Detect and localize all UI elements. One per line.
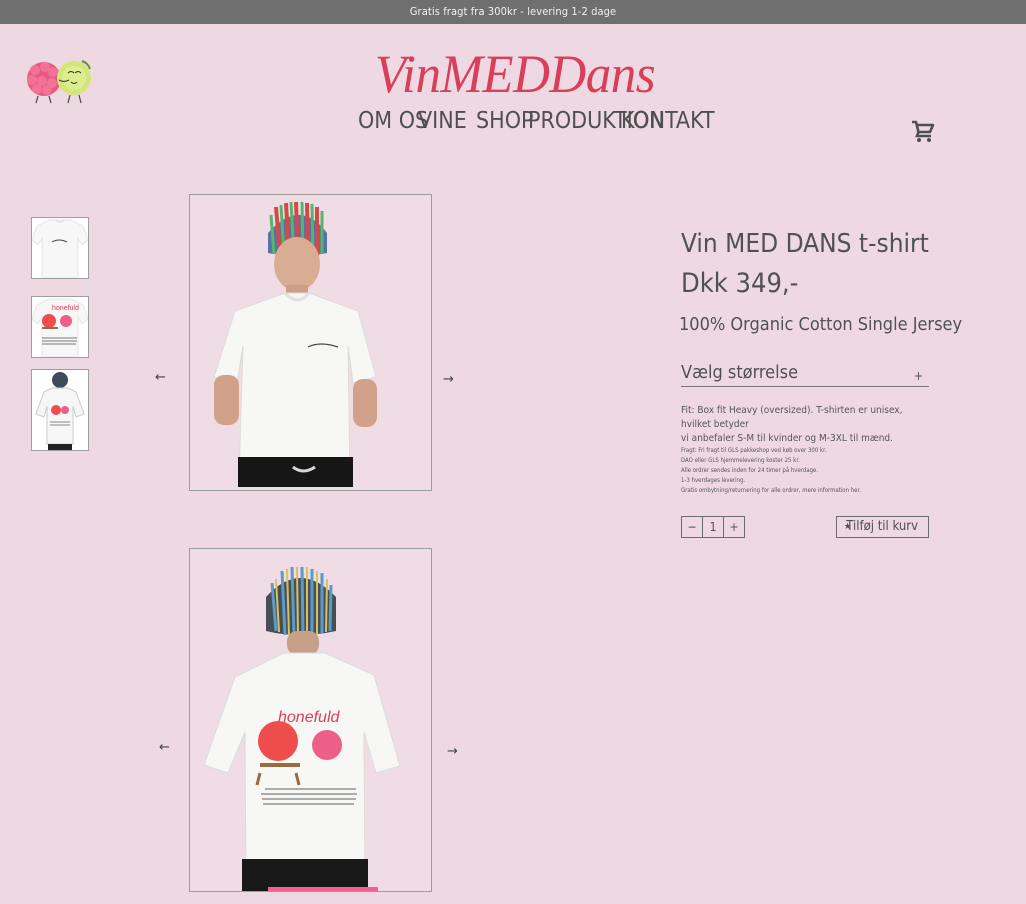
size-select-label: Vælg størrelse <box>681 362 799 383</box>
brand-logo[interactable]: VinMEDDans <box>370 42 660 107</box>
nav-vine[interactable]: vine <box>418 106 467 136</box>
announcement-bar: Gratis fragt fra 300kr - levering 1-2 da… <box>0 0 1026 24</box>
plus-icon[interactable]: + <box>914 370 923 382</box>
star-icon: ★ <box>844 522 852 532</box>
carousel-prev-arrow-icon[interactable]: ← <box>155 371 166 385</box>
add-to-cart-label: Tilføj til kurv <box>846 519 918 534</box>
shipping-line: 1-3 hverdages levering. <box>681 477 746 484</box>
size-select[interactable]: Vælg størrelse + <box>681 362 929 387</box>
quantity-value[interactable]: 1 <box>703 517 724 537</box>
thumbnail-back-print[interactable]: honefuld <box>31 296 89 358</box>
product-description: Fit: Box fit Heavy (oversized). T-shirte… <box>681 404 931 496</box>
shipping-line: Fragt: Fri fragt til GLS pakkeshop ved k… <box>681 447 827 454</box>
decrement-button[interactable]: − <box>682 517 703 537</box>
product-material: 100% Organic Cotton Single Jersey <box>679 314 963 335</box>
product-price: Dkk 349,- <box>681 268 799 299</box>
svg-text:honefuld: honefuld <box>52 305 79 312</box>
logo-fruits-icon[interactable] <box>22 58 98 104</box>
product-photo-front <box>189 194 432 491</box>
description-line: vi anbefaler S-M til kvinder og M-3XL ti… <box>681 433 893 444</box>
nav-shop[interactable]: shop <box>476 106 533 136</box>
add-to-cart-button[interactable]: ★ Tilføj til kurv <box>836 516 929 538</box>
product-photo-back: honefuld <box>189 548 432 892</box>
shipping-line: Gratis ombytning/returnering for alle or… <box>681 487 861 494</box>
nav-kontakt[interactable]: kontakt <box>621 106 714 136</box>
announcement-text: Gratis fragt fra 300kr - levering 1-2 da… <box>409 5 617 18</box>
product-title: Vin MED DANS t-shirt <box>681 229 929 259</box>
quantity-stepper[interactable]: − 1 + <box>681 516 745 538</box>
increment-button[interactable]: + <box>724 517 744 537</box>
thumbnail-front[interactable] <box>31 217 89 279</box>
description-line: Fit: Box fit Heavy (oversized). T-shirte… <box>681 405 903 430</box>
shopping-cart-icon[interactable] <box>910 118 936 144</box>
carousel-next-arrow-icon[interactable]: → <box>443 373 454 387</box>
shipping-line: Alle ordrer sendes inden for 24 timer på… <box>681 467 819 474</box>
thumbnail-model-back[interactable] <box>31 369 89 451</box>
shipping-line: DAO eller GLS hjemmelevering koster 25 k… <box>681 457 800 464</box>
carousel-prev-arrow-icon[interactable]: ← <box>159 741 170 755</box>
carousel-next-arrow-icon[interactable]: → <box>447 745 458 759</box>
